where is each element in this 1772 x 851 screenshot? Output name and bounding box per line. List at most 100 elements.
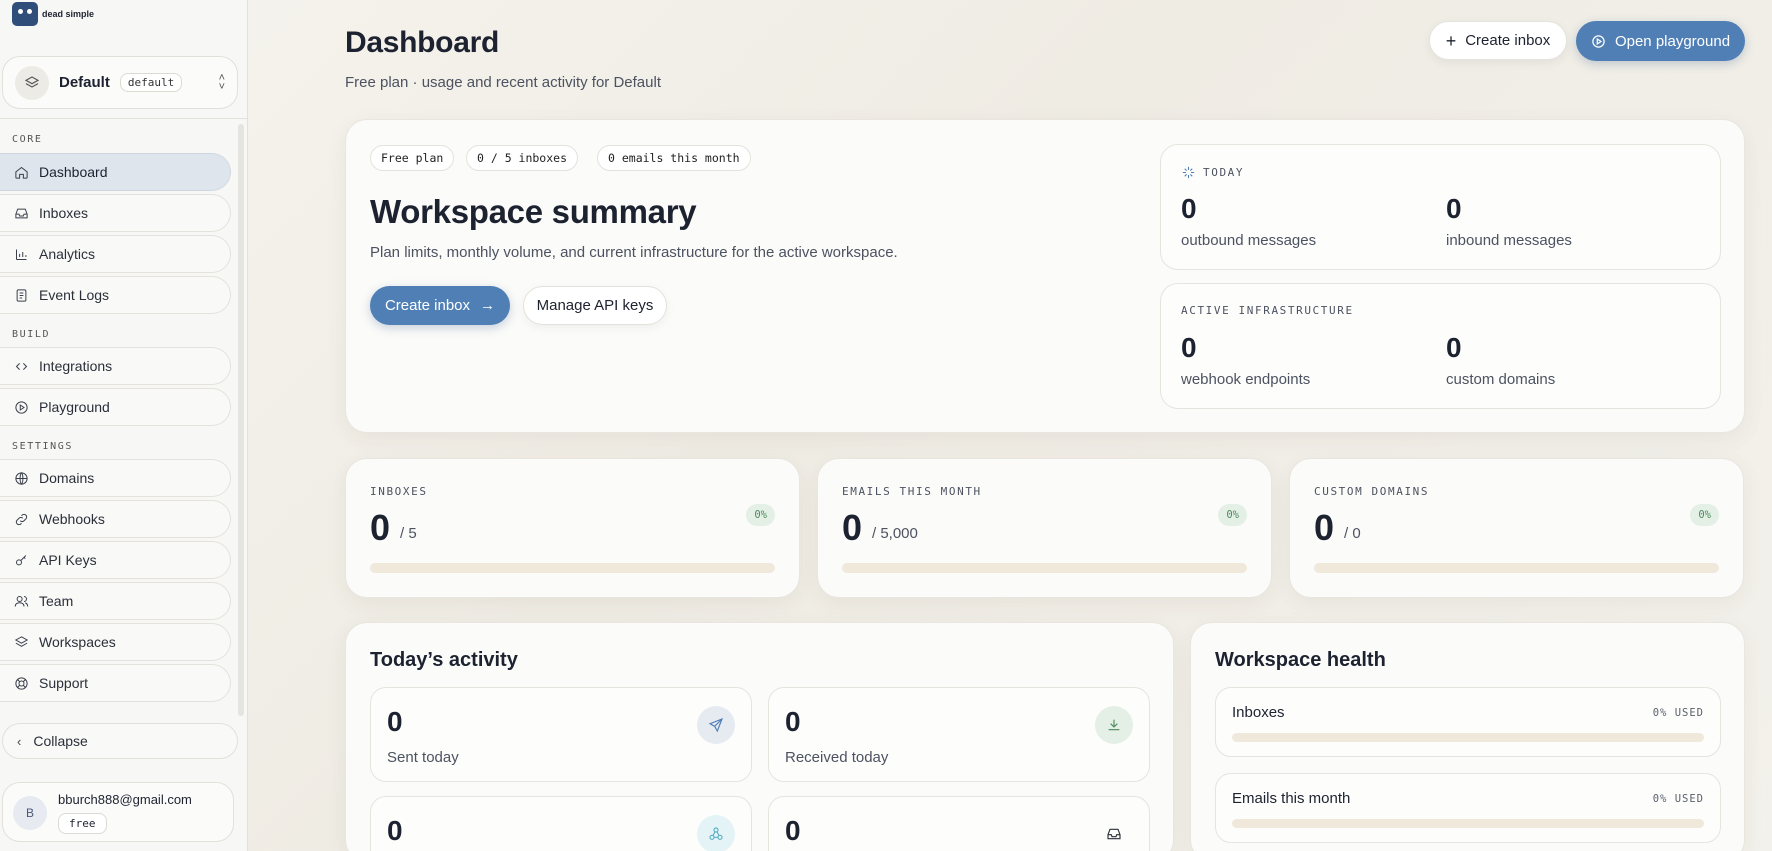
nav-section-build: BUILD bbox=[12, 329, 51, 340]
metric-value: 0 bbox=[842, 507, 863, 548]
nav-section-settings: SETTINGS bbox=[12, 441, 73, 452]
webhooks-label: webhook endpoints bbox=[1181, 371, 1311, 388]
user-email: bburch888@gmail.com bbox=[58, 792, 192, 807]
metric-card-inboxes: INBOXES 0 / 5 0% bbox=[345, 458, 800, 598]
key-icon bbox=[16, 554, 27, 565]
activity-value: 0 bbox=[387, 815, 403, 846]
activity-tile-inbox: 0 bbox=[768, 796, 1150, 851]
sidebar-item-event-logs[interactable]: Event Logs bbox=[0, 276, 231, 314]
plan-chip: Free plan bbox=[370, 145, 455, 171]
health-progress-bar bbox=[1232, 733, 1704, 742]
sidebar-item-label: Webhooks bbox=[39, 511, 105, 527]
metric-limit: / 5,000 bbox=[872, 525, 918, 542]
sidebar-item-domains[interactable]: Domains bbox=[0, 459, 231, 497]
code-icon bbox=[15, 362, 28, 370]
metric-percent-badge: 0% bbox=[1218, 504, 1247, 526]
metric-limit: / 0 bbox=[1344, 525, 1361, 542]
metric-card-emails: EMAILS THIS MONTH 0 / 5,000 0% bbox=[817, 458, 1272, 598]
sidebar-item-label: Dashboard bbox=[39, 164, 108, 180]
workspace-switcher[interactable]: Default default ˄ ˅ bbox=[2, 56, 238, 109]
sidebar-item-team[interactable]: Team bbox=[0, 582, 231, 620]
domains-label: custom domains bbox=[1446, 371, 1556, 388]
chevron-left-icon: ‹ bbox=[17, 733, 22, 749]
bar-chart-icon bbox=[16, 249, 27, 260]
sidebar-scrollbar[interactable] bbox=[238, 124, 244, 716]
hero-create-inbox-button[interactable]: Create inbox → bbox=[370, 286, 510, 325]
play-circle-icon bbox=[1592, 34, 1605, 48]
metric-progress-bar bbox=[1314, 563, 1719, 573]
metric-progress-bar bbox=[842, 563, 1247, 573]
sidebar-item-playground[interactable]: Playground bbox=[0, 388, 231, 426]
sidebar-item-workspaces[interactable]: Workspaces bbox=[0, 623, 231, 661]
sidebar-item-label: Support bbox=[39, 675, 89, 691]
workspace-summary-card: Free plan 0 / 5 inboxes 0 emails this mo… bbox=[345, 119, 1745, 433]
sidebar-item-inboxes[interactable]: Inboxes bbox=[0, 194, 231, 232]
sidebar-item-analytics[interactable]: Analytics bbox=[0, 235, 231, 273]
sidebar-item-label: Analytics bbox=[39, 246, 96, 262]
metric-card-domains: CUSTOM DOMAINS 0 / 0 0% bbox=[1289, 458, 1744, 598]
infrastructure-heading: ACTIVE INFRASTRUCTURE bbox=[1181, 304, 1354, 317]
activity-value: 0 bbox=[387, 706, 403, 737]
activity-tile-webhooks: 0 bbox=[370, 796, 752, 851]
health-row-used: 0% USED bbox=[1652, 707, 1704, 719]
sidebar-item-label: Domains bbox=[39, 470, 95, 486]
brand-mascot-icon bbox=[12, 2, 38, 26]
sidebar-item-dashboard[interactable]: Dashboard bbox=[0, 153, 231, 191]
workspace-slug: default bbox=[119, 73, 183, 92]
sidebar-item-label: Playground bbox=[39, 399, 110, 415]
workspace-name: Default bbox=[59, 74, 110, 91]
lifebuoy-icon bbox=[15, 676, 28, 690]
sidebar-item-label: Integrations bbox=[39, 358, 113, 374]
outbound-label: outbound messages bbox=[1181, 232, 1317, 249]
activity-tile-sent: 0 Sent today bbox=[370, 687, 752, 782]
workspace-health-card: Workspace health Inboxes 0% USED Emails … bbox=[1190, 622, 1745, 851]
brand-logo[interactable]: dead simple bbox=[12, 2, 94, 26]
create-inbox-button[interactable]: + Create inbox bbox=[1429, 21, 1567, 60]
sidebar-item-support[interactable]: Support bbox=[0, 664, 231, 702]
health-row-emails: Emails this month 0% USED bbox=[1215, 773, 1721, 843]
activity-label: Sent today bbox=[387, 749, 459, 766]
activity-value: 0 bbox=[785, 815, 801, 846]
inbox-icon bbox=[15, 208, 28, 218]
metric-value: 0 bbox=[1314, 507, 1335, 548]
sidebar-item-integrations[interactable]: Integrations bbox=[0, 347, 231, 385]
domains-value: 0 bbox=[1446, 332, 1462, 363]
sparkle-icon bbox=[1182, 166, 1195, 179]
metric-percent-badge: 0% bbox=[746, 504, 775, 526]
inbox-icon bbox=[1095, 815, 1133, 851]
scroll-icon bbox=[16, 288, 27, 302]
metric-limit: / 5 bbox=[400, 525, 417, 542]
home-icon bbox=[15, 166, 28, 179]
nav-section-core: CORE bbox=[12, 134, 43, 145]
open-playground-label: Open playground bbox=[1614, 32, 1731, 50]
play-circle-icon bbox=[15, 400, 28, 414]
inbound-label: inbound messages bbox=[1446, 232, 1572, 249]
page-subtitle: Free plan · usage and recent activity fo… bbox=[345, 74, 661, 91]
create-inbox-label: Create inbox bbox=[384, 297, 471, 314]
manage-api-keys-label: Manage API keys bbox=[536, 297, 654, 314]
metric-label: EMAILS THIS MONTH bbox=[842, 485, 982, 498]
today-heading: TODAY bbox=[1181, 165, 1244, 180]
sidebar-item-api-keys[interactable]: API Keys bbox=[0, 541, 231, 579]
avatar: B bbox=[13, 796, 47, 830]
today-label: TODAY bbox=[1203, 166, 1245, 179]
activity-tile-received: 0 Received today bbox=[768, 687, 1150, 782]
summary-title: Workspace summary bbox=[370, 193, 697, 230]
sidebar-item-label: API Keys bbox=[39, 552, 97, 568]
sidebar-item-webhooks[interactable]: Webhooks bbox=[0, 500, 231, 538]
open-playground-button[interactable]: Open playground bbox=[1576, 21, 1745, 61]
layers-icon bbox=[15, 65, 49, 100]
manage-api-keys-button[interactable]: Manage API keys bbox=[523, 286, 667, 325]
user-card[interactable]: B bburch888@gmail.com free bbox=[2, 782, 234, 842]
webhook-icon bbox=[697, 815, 735, 851]
metric-percent-badge: 0% bbox=[1690, 504, 1719, 526]
health-row-used: 0% USED bbox=[1652, 793, 1704, 805]
activity-value: 0 bbox=[785, 706, 801, 737]
layers-icon bbox=[14, 635, 29, 647]
globe-icon bbox=[15, 471, 28, 485]
collapse-sidebar-button[interactable]: ‹ Collapse bbox=[2, 723, 238, 759]
outbound-value: 0 bbox=[1181, 193, 1197, 224]
summary-description: Plan limits, monthly volume, and current… bbox=[370, 244, 898, 261]
user-plan-badge: free bbox=[58, 813, 107, 834]
health-row-name: Emails this month bbox=[1232, 790, 1351, 807]
